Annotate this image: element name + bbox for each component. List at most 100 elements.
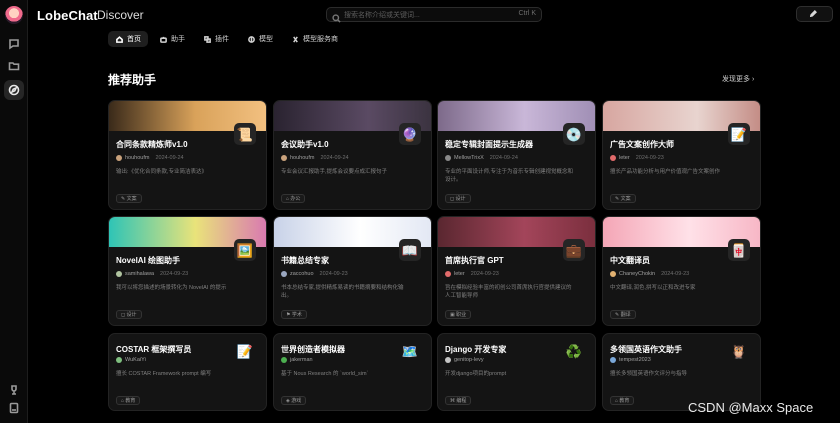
card-author: genitop-levy — [454, 357, 484, 363]
card-tag: ▣ 职业 — [445, 310, 472, 319]
tab-home[interactable]: 首页 — [108, 31, 148, 47]
server-icon — [291, 35, 299, 43]
app-logo[interactable]: LobeChat — [37, 8, 98, 23]
assistant-card[interactable]: 🖼️ NovelAI 绘图助手 samihalawa 2024-09-23 我可以… — [108, 216, 267, 326]
tab-model-providers[interactable]: 模型服务商 — [284, 31, 345, 47]
assistant-card[interactable]: 🗺️ 世界创造者模拟器 jakerman 基于 Nous Research 的 … — [273, 333, 432, 411]
card-title: 首席执行官 GPT — [445, 256, 504, 265]
assistant-card[interactable]: 🔮 会议助手v1.0 houhoufm 2024-09-24 专业会议汇报助手,提… — [273, 100, 432, 210]
card-title: 书籍总结专家 — [281, 256, 329, 265]
card-author: ChaneyChokin — [619, 271, 656, 277]
github-icon[interactable] — [7, 383, 21, 397]
card-title: 多领国英语作文助手 — [610, 345, 682, 354]
docs-icon[interactable] — [7, 401, 21, 415]
tag-label: 设计 — [455, 196, 466, 202]
card-title: 广告文案创作大师 — [610, 140, 674, 149]
search-icon — [332, 10, 342, 23]
card-meta: tempest2023 — [610, 357, 651, 363]
assistant-card[interactable]: ♻️ Django 开发专家 genitop-levy 开发django项目的p… — [437, 333, 596, 411]
card-description: 输出:《优化合同条款,专业简洁表达》 — [116, 169, 208, 175]
assistant-card[interactable]: 📖 书籍总结专家 zaccohuo 2024-09-23 书本总结专家,提供精炼易… — [273, 216, 432, 326]
card-author: WuKaiYi — [125, 357, 146, 363]
side-rail — [0, 0, 28, 423]
card-meta: zaccohuo 2024-09-23 — [281, 271, 348, 277]
card-tag: ✎ 文案 — [610, 194, 636, 203]
card-author: jakerman — [290, 357, 313, 363]
section-title: 推荐助手 — [108, 73, 157, 87]
folder-icon[interactable] — [7, 59, 21, 73]
world-map-icon: 🗺️ — [401, 343, 419, 359]
search-input[interactable]: 搜索名称介绍或关键词... Ctrl K — [326, 7, 542, 23]
chat-icon[interactable] — [7, 37, 21, 51]
card-description: 擅长 COSTAR Framework prompt 编写 — [116, 371, 212, 377]
card-meta: ChaneyChokin 2024-09-23 — [610, 271, 689, 277]
assistant-card[interactable]: 💼 首席执行官 GPT leter 2024-09-23 旨在模拟经验丰富的初创公… — [437, 216, 596, 326]
card-author: leter — [454, 271, 465, 277]
assistant-card[interactable]: 📝 广告文案创作大师 leter 2024-09-23 擅长产品功能分析与用户价值… — [602, 100, 761, 210]
bot-icon — [159, 35, 167, 43]
card-author: houhoufm — [125, 155, 150, 161]
category-tabs: 首页 助手 插件 模型 模型服务商 — [108, 31, 345, 47]
card-description: 旨在模拟经验丰富的初创公司首席执行官提供建议的人工智能导师 — [445, 285, 572, 299]
mahjong-icon: 🀄 — [728, 239, 750, 261]
book-icon: 📖 — [399, 239, 421, 261]
card-meta: leter 2024-09-23 — [610, 155, 664, 161]
card-date: 2024-09-24 — [489, 155, 518, 161]
user-avatar[interactable] — [5, 6, 23, 24]
tag-label: 编程 — [456, 398, 467, 404]
edit-icon — [809, 9, 817, 19]
card-meta: leter 2024-09-23 — [445, 271, 499, 277]
memo-icon: 📝 — [728, 123, 750, 145]
tab-label: 模型服务商 — [303, 36, 338, 43]
tab-models[interactable]: 模型 — [240, 31, 280, 47]
card-description: 擅长产品功能分析与用户价值观广告文案创作 — [610, 169, 721, 175]
card-description: 擅长多领国英语作文评分与指导 — [610, 371, 688, 377]
tag-label: 教育 — [619, 398, 630, 404]
card-date: 2024-09-24 — [155, 155, 184, 161]
card-date: 2024-09-23 — [661, 271, 690, 277]
card-title: 中文翻译员 — [610, 256, 650, 265]
assistant-card[interactable]: 🀄 中文翻译员 ChaneyChokin 2024-09-23 中文翻译,润色,拼… — [602, 216, 761, 326]
avatar — [445, 271, 451, 277]
card-tag: ◈ 游戏 — [281, 396, 307, 405]
home-icon — [115, 35, 123, 43]
tab-assistants[interactable]: 助手 — [152, 31, 192, 47]
card-tag: ⌂ 办公 — [281, 194, 306, 203]
card-title: 稳定专辑封面提示生成器 — [445, 140, 533, 149]
card-meta: samihalawa 2024-09-23 — [116, 271, 188, 277]
tag-label: 设计 — [126, 312, 137, 318]
memo-icon: 📝 — [236, 343, 254, 359]
more-label: 发现更多 — [722, 76, 750, 83]
card-tag: ⌘ 编程 — [445, 396, 472, 405]
tag-label: 办公 — [290, 196, 301, 202]
avatar — [281, 271, 287, 277]
tab-label: 模型 — [259, 36, 273, 43]
card-title: NovelAI 绘图助手 — [116, 256, 181, 265]
disc-icon: 💿 — [563, 123, 585, 145]
tag-label: 翻译 — [620, 312, 631, 318]
page-title: Discover — [97, 8, 144, 22]
avatar — [116, 357, 122, 363]
assistant-card[interactable]: 📝 COSTAR 框架撰写员 WuKaiYi 擅长 COSTAR Framewo… — [108, 333, 267, 411]
discover-more-link[interactable]: 发现更多 › — [722, 74, 754, 84]
tag-label: 职业 — [456, 312, 467, 318]
tab-plugins[interactable]: 插件 — [196, 31, 236, 47]
tag-label: 文案 — [126, 196, 137, 202]
avatar — [610, 271, 616, 277]
card-tag: ✎ 文案 — [116, 194, 142, 203]
card-author: zaccohuo — [290, 271, 314, 277]
framed-picture-icon: 🖼️ — [234, 239, 256, 261]
avatar — [445, 155, 451, 161]
card-date: 2024-09-24 — [320, 155, 349, 161]
card-title: COSTAR 框架撰写员 — [116, 345, 192, 354]
submit-button[interactable] — [796, 6, 833, 22]
assistant-card[interactable]: 💿 稳定专辑封面提示生成器 MellowTrixX 2024-09-24 专业的平… — [437, 100, 596, 210]
card-tag: ◻ 设计 — [116, 310, 142, 319]
avatar — [281, 155, 287, 161]
avatar — [610, 357, 616, 363]
crystal-ball-icon: 🔮 — [399, 123, 421, 145]
card-meta: houhoufm 2024-09-24 — [116, 155, 184, 161]
assistant-card[interactable]: 📜 合同条款精炼师v1.0 houhoufm 2024-09-24 输出:《优化合… — [108, 100, 267, 210]
discover-compass-icon[interactable] — [4, 80, 24, 100]
puzzle-icon — [203, 35, 211, 43]
